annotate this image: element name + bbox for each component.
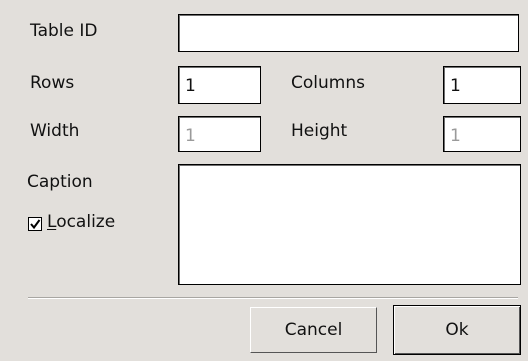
table-id-input[interactable] (178, 14, 519, 52)
columns-input[interactable]: 1 (443, 66, 521, 104)
caption-label: Caption (27, 172, 93, 192)
height-label: Height (291, 121, 348, 141)
localize-label[interactable]: Localize (47, 212, 115, 232)
localize-mnemonic: L (47, 212, 57, 232)
width-input[interactable]: 1 (178, 116, 261, 152)
rows-input[interactable]: 1 (178, 66, 261, 104)
checkmark-icon (30, 219, 41, 230)
localize-checkbox[interactable] (28, 217, 42, 231)
height-input[interactable]: 1 (443, 116, 521, 152)
rows-label: Rows (30, 73, 75, 93)
separator (28, 297, 518, 299)
ok-button[interactable]: Ok (393, 305, 521, 355)
columns-label: Columns (291, 73, 365, 93)
cancel-button[interactable]: Cancel (250, 307, 377, 353)
caption-textarea[interactable] (178, 164, 521, 285)
localize-label-rest: ocalize (56, 212, 116, 232)
width-label: Width (30, 121, 80, 141)
table-id-label: Table ID (30, 21, 98, 41)
